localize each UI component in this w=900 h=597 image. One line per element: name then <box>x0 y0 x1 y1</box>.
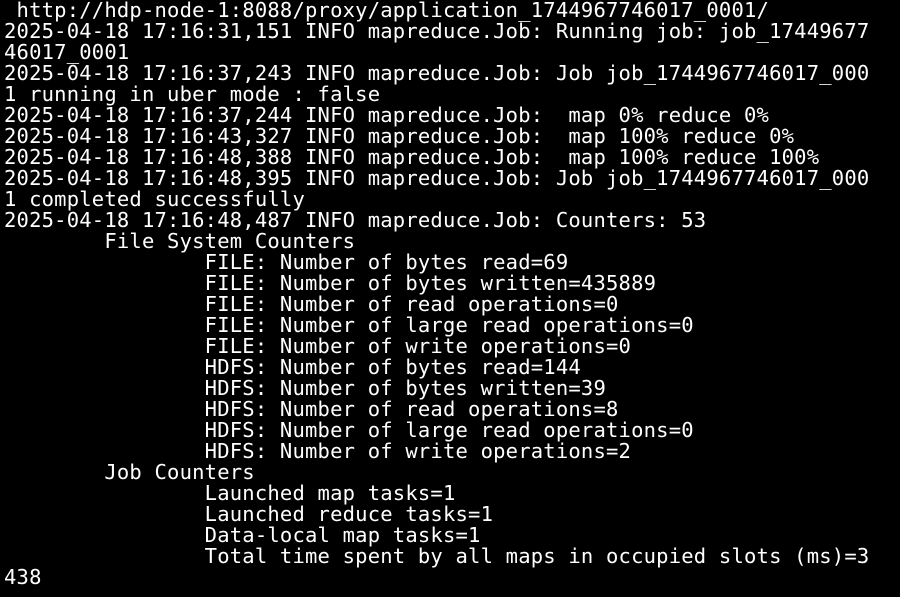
terminal-line-hdfs-read-ops: HDFS: Number of read operations=8 <box>4 397 619 421</box>
terminal-line-progress-done: 2025-04-18 17:16:48,388 INFO mapreduce.J… <box>4 145 820 169</box>
terminal-line-hdfs-large-read-ops: HDFS: Number of large read operations=0 <box>4 418 694 442</box>
terminal-line-job-counters-header: Job Counters <box>4 460 255 484</box>
terminal-line-total-map-time: Total time spent by all maps in occupied… <box>4 544 870 568</box>
terminal-line-data-local-map-tasks: Data-local map tasks=1 <box>4 523 481 547</box>
terminal-line-hdfs-bytes-read: HDFS: Number of bytes read=144 <box>4 355 581 379</box>
terminal-line-counters: 2025-04-18 17:16:48,487 INFO mapreduce.J… <box>4 208 707 232</box>
terminal-line-running-job-wrap: 46017_0001 <box>4 40 130 64</box>
terminal-line-job-completed-wrap: 1 completed successfully <box>4 187 306 211</box>
terminal-line-file-bytes-written: FILE: Number of bytes written=435889 <box>4 271 657 295</box>
terminal-line-tracking-url: http://hdp-node-1:8088/proxy/application… <box>4 0 770 22</box>
terminal-line-progress-map-done: 2025-04-18 17:16:43,327 INFO mapreduce.J… <box>4 124 795 148</box>
terminal-line-launched-map-tasks: Launched map tasks=1 <box>4 481 456 505</box>
terminal-line-uber-mode-wrap: 1 running in uber mode : false <box>4 82 381 106</box>
terminal-line-launched-reduce-tasks: Launched reduce tasks=1 <box>4 502 494 526</box>
terminal-line-hdfs-write-ops: HDFS: Number of write operations=2 <box>4 439 632 463</box>
terminal-line-file-bytes-read: FILE: Number of bytes read=69 <box>4 250 569 274</box>
terminal-line-file-large-read-ops: FILE: Number of large read operations=0 <box>4 313 694 337</box>
terminal-output[interactable]: http://hdp-node-1:8088/proxy/application… <box>4 0 900 597</box>
terminal-line-fs-counters-header: File System Counters <box>4 229 356 253</box>
terminal-line-uber-mode: 2025-04-18 17:16:37,243 INFO mapreduce.J… <box>4 61 870 85</box>
terminal-line-job-completed: 2025-04-18 17:16:48,395 INFO mapreduce.J… <box>4 166 870 190</box>
terminal-line-total-map-time-wrap: 438 <box>4 565 42 589</box>
terminal-line-running-job: 2025-04-18 17:16:31,151 INFO mapreduce.J… <box>4 19 870 43</box>
terminal-line-progress-0: 2025-04-18 17:16:37,244 INFO mapreduce.J… <box>4 103 770 127</box>
terminal-line-file-read-ops: FILE: Number of read operations=0 <box>4 292 619 316</box>
terminal-line-file-write-ops: FILE: Number of write operations=0 <box>4 334 632 358</box>
terminal-line-hdfs-bytes-written: HDFS: Number of bytes written=39 <box>4 376 607 400</box>
